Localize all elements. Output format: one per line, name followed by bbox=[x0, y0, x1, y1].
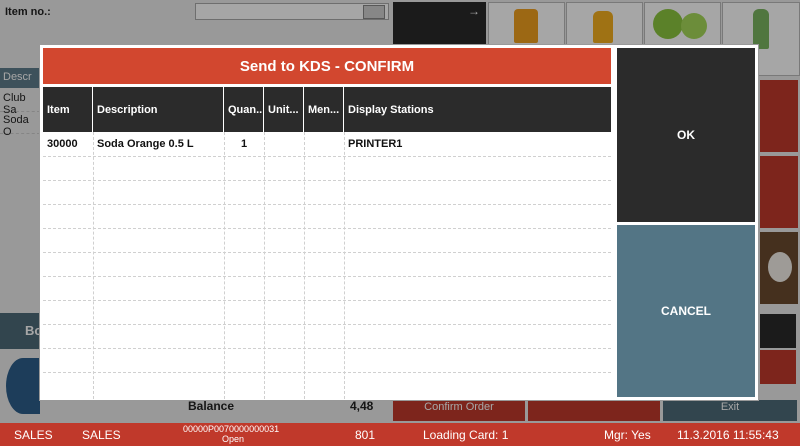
send-to-kds-dialog: Send to KDS - CONFIRM Item Description Q… bbox=[40, 45, 758, 400]
column-header-menu[interactable]: Men... bbox=[304, 87, 344, 132]
cancel-button[interactable]: CANCEL bbox=[617, 225, 755, 397]
cell-description: Soda Orange 0.5 L bbox=[97, 138, 194, 150]
terminal-number: 801 bbox=[355, 428, 376, 442]
status-mode-2: SALES bbox=[82, 428, 121, 442]
cell-unit bbox=[264, 132, 304, 156]
datetime: 11.3.2016 11:55:43 bbox=[677, 428, 779, 442]
column-header-quantity[interactable]: Quan... bbox=[224, 87, 264, 132]
status-bar: SALES SALES 00000P0070000000031 Open 801… bbox=[0, 423, 800, 446]
cell-quantity: 1 bbox=[240, 138, 248, 150]
cell-display-stations: PRINTER1 bbox=[348, 138, 403, 150]
loading-card-status: Loading Card: 1 bbox=[423, 428, 509, 442]
receipt-state: Open bbox=[222, 434, 245, 444]
dialog-title: Send to KDS - CONFIRM bbox=[43, 48, 611, 84]
cell-menu bbox=[304, 132, 344, 156]
column-header-unit[interactable]: Unit... bbox=[264, 87, 304, 132]
cell-item: 30000 bbox=[47, 138, 78, 150]
kds-items-table: Item Description Quan... Unit... Men... … bbox=[43, 87, 611, 399]
column-header-display-stations[interactable]: Display Stations bbox=[344, 87, 611, 132]
column-header-description[interactable]: Description bbox=[93, 87, 224, 132]
column-header-item[interactable]: Item bbox=[43, 87, 93, 132]
receipt-number: 00000P0070000000031 bbox=[183, 424, 280, 434]
status-mode-1: SALES bbox=[14, 428, 53, 442]
ok-button[interactable]: OK bbox=[617, 48, 755, 222]
manager-status: Mgr: Yes bbox=[604, 428, 651, 442]
